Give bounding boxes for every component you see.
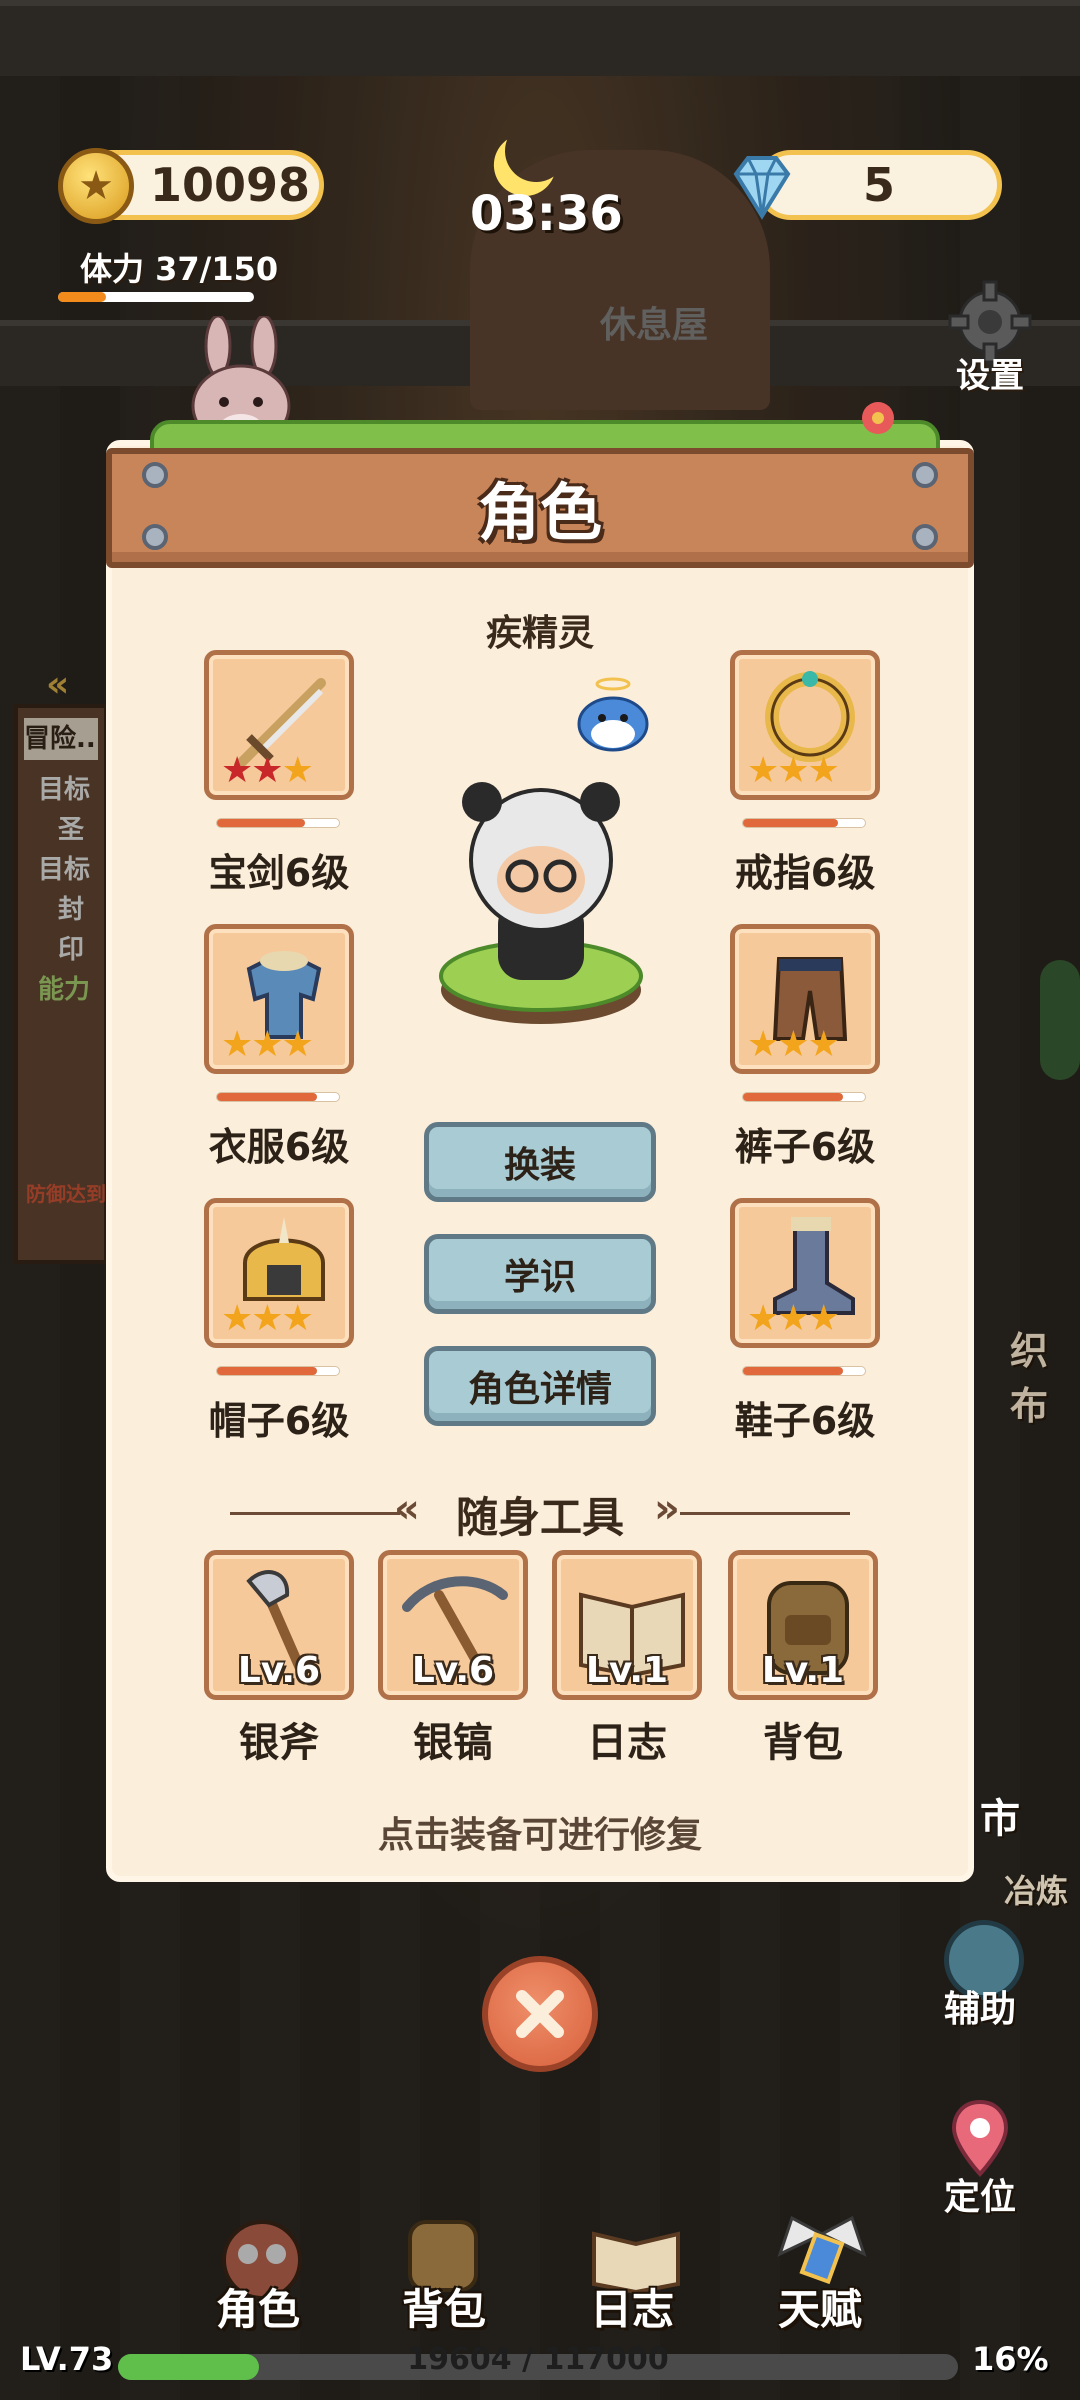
- star-icon: ★: [281, 1024, 314, 1065]
- star-rating: ★★★: [221, 750, 314, 791]
- durability-bar: [742, 818, 866, 828]
- star-icon: ★: [807, 1298, 840, 1339]
- nav-journal[interactable]: 日志: [590, 2276, 674, 2337]
- durability-bar-fill: [743, 1093, 844, 1101]
- star-icon: ★: [747, 1298, 779, 1339]
- star-rating: ★★★: [221, 1298, 314, 1339]
- durability-bar-fill: [217, 1093, 318, 1101]
- nav-character[interactable]: 角色: [216, 2276, 300, 2337]
- tool-slot-axe[interactable]: Lv.6: [204, 1550, 354, 1700]
- durability-bar-fill: [217, 819, 305, 827]
- tool-slot-book[interactable]: Lv.1: [552, 1550, 702, 1700]
- durability-bar: [742, 1092, 866, 1102]
- nav-bag[interactable]: 背包: [402, 2276, 486, 2337]
- equip-label: 宝剑6级: [208, 851, 350, 895]
- star-icon: ★: [281, 1298, 314, 1339]
- knowledge-button[interactable]: 学识: [424, 1234, 656, 1314]
- change-outfit-button[interactable]: 换装: [424, 1122, 656, 1202]
- durability-bar: [216, 1366, 340, 1376]
- star-icon: ★: [747, 750, 779, 791]
- panel-title: 角色: [477, 476, 602, 549]
- star-icon: ★: [777, 1298, 809, 1339]
- xp-text: 19604 / 117000: [407, 2342, 669, 2377]
- stamina-bar-fill: [58, 292, 106, 302]
- tool-slot-pickaxe[interactable]: Lv.6: [378, 1550, 528, 1700]
- gem-value: 5: [862, 158, 895, 212]
- tool-label: 日志: [587, 1720, 667, 1766]
- flower-icon: [856, 396, 900, 440]
- locate-label[interactable]: 定位: [944, 2168, 1016, 2220]
- tool-level: Lv.1: [761, 1650, 845, 1691]
- game-clock: 03:36: [470, 186, 623, 242]
- tool-level: Lv.1: [585, 1650, 669, 1691]
- equip-slot-clothes[interactable]: ★★★: [204, 924, 354, 1074]
- star-rating: ★★★: [747, 1024, 840, 1065]
- durability-bar-fill: [217, 1367, 318, 1375]
- star-icon: ★: [747, 1024, 779, 1065]
- tools-section-title: 随身工具: [455, 1493, 624, 1542]
- nav-talent[interactable]: 天赋: [778, 2276, 862, 2337]
- equip-slot-ring[interactable]: ★★★: [730, 650, 880, 800]
- star-icon: ★: [807, 750, 840, 791]
- durability-bar-fill: [743, 1367, 844, 1375]
- market-label[interactable]: 市: [980, 1786, 1020, 1844]
- close-button[interactable]: [482, 1956, 598, 2072]
- stamina-label: 体力 37/150: [80, 250, 279, 288]
- equip-slot-boots[interactable]: ★★★: [730, 1198, 880, 1348]
- coin-value: 10098: [150, 158, 311, 212]
- star-icon: ★: [221, 750, 253, 791]
- tool-label: 银斧: [239, 1720, 319, 1766]
- location-pin-icon[interactable]: [948, 2098, 1012, 2178]
- character-avatar[interactable]: [436, 780, 646, 1030]
- assist-label[interactable]: 辅助: [944, 1980, 1016, 2032]
- star-icon: ★: [221, 1298, 253, 1339]
- durability-bar: [216, 818, 340, 828]
- star-icon: ★: [221, 1024, 253, 1065]
- spirit-name: 疾精灵: [485, 613, 594, 654]
- weave-label[interactable]: 织布: [1010, 1320, 1080, 1430]
- star-icon: ★: [281, 750, 314, 791]
- tool-slot-backpack[interactable]: Lv.1: [728, 1550, 878, 1700]
- star-icon: ★: [251, 1298, 283, 1339]
- tool-level: Lv.6: [411, 1650, 495, 1691]
- xp-percent: 16%: [972, 2340, 1049, 2378]
- player-level: LV.73: [20, 2340, 114, 2378]
- equip-label: 衣服6级: [208, 1125, 350, 1169]
- coin-icon: ★: [58, 148, 134, 224]
- equip-slot-sword[interactable]: ★★★: [204, 650, 354, 800]
- tool-level: Lv.6: [237, 1650, 321, 1691]
- star-rating: ★★★: [747, 1298, 840, 1339]
- equip-label: 裤子6级: [734, 1125, 876, 1169]
- settings-label[interactable]: 设置: [956, 348, 1024, 397]
- equip-label: 帽子6级: [208, 1399, 350, 1443]
- star-icon: ★: [777, 1024, 809, 1065]
- tool-label: 背包: [763, 1720, 843, 1766]
- equip-slot-pants[interactable]: ★★★: [730, 924, 880, 1074]
- tool-label: 银镐: [413, 1720, 493, 1766]
- durability-bar: [742, 1366, 866, 1376]
- star-icon: ★: [251, 750, 283, 791]
- repair-hint: 点击装备可进行修复: [377, 1815, 702, 1856]
- star-rating: ★★★: [221, 1024, 314, 1065]
- star-icon: ★: [777, 750, 809, 791]
- equip-label: 戒指6级: [734, 851, 876, 895]
- durability-bar: [216, 1092, 340, 1102]
- durability-bar-fill: [743, 819, 839, 827]
- spirit-pet-icon[interactable]: [572, 676, 654, 752]
- smelt-label[interactable]: 冶炼: [1004, 1866, 1068, 1912]
- star-rating: ★★★: [747, 750, 840, 791]
- equip-slot-helmet[interactable]: ★★★: [204, 1198, 354, 1348]
- close-icon: [516, 1990, 564, 2038]
- equip-label: 鞋子6级: [734, 1399, 876, 1443]
- star-icon: ★: [251, 1024, 283, 1065]
- character-details-button[interactable]: 角色详情: [424, 1346, 656, 1426]
- star-icon: ★: [807, 1024, 840, 1065]
